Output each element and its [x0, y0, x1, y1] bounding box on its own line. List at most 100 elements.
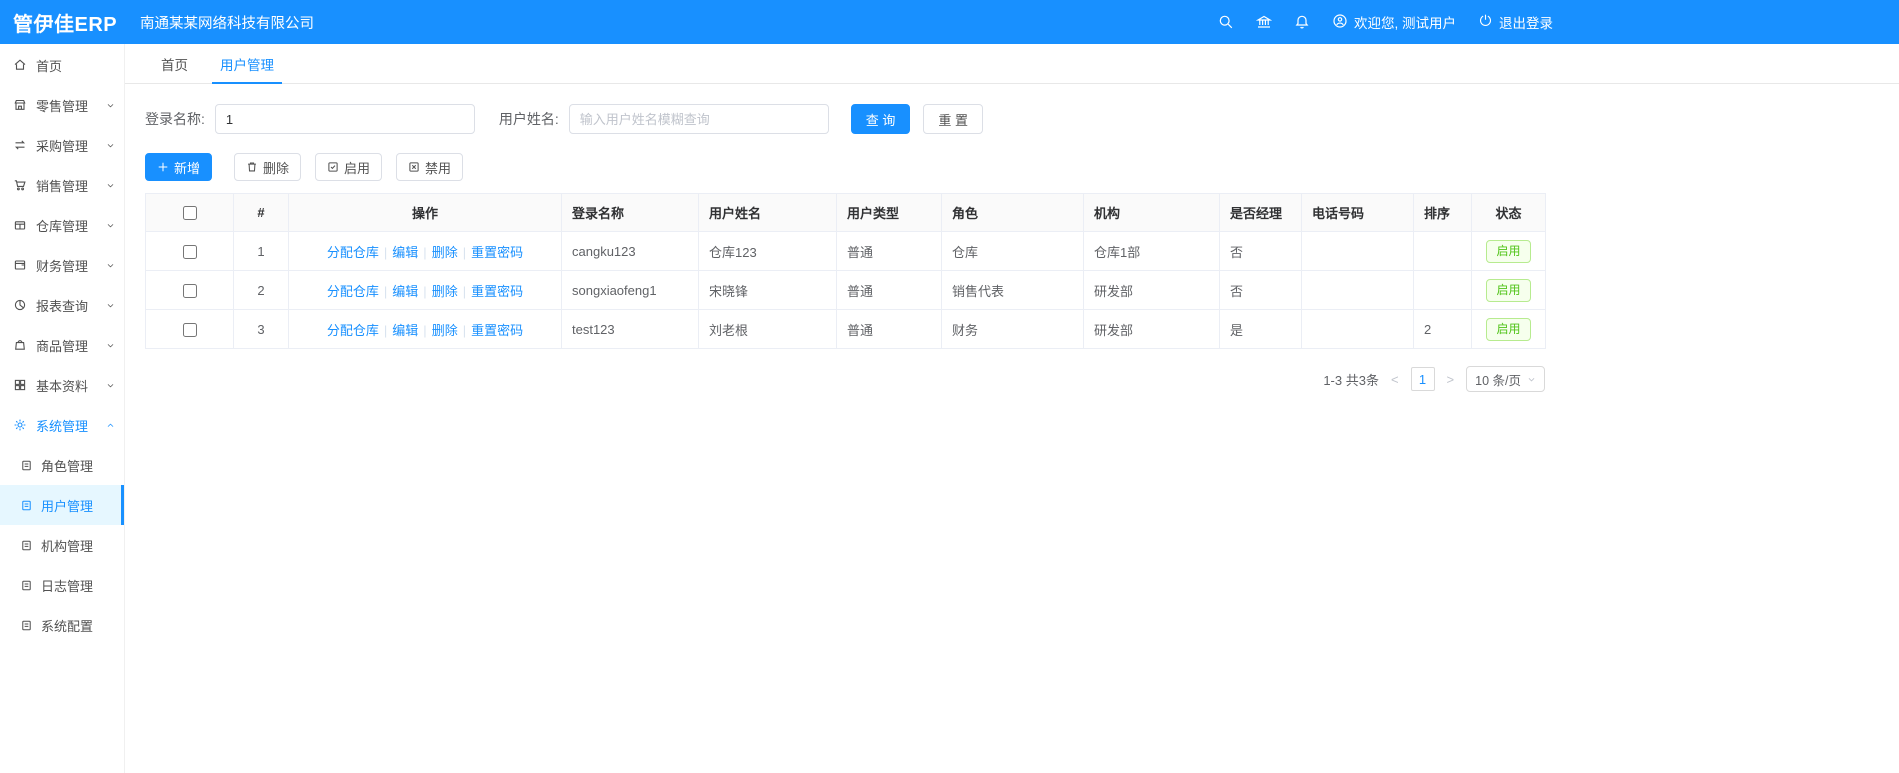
sidebar-item-user-management[interactable]: 用户管理	[0, 485, 124, 525]
sidebar-item-label: 采购管理	[36, 138, 89, 154]
grid-icon	[13, 378, 27, 392]
next-page-button[interactable]: >	[1445, 372, 1457, 387]
cell-type: 普通	[836, 231, 942, 271]
page-size-value: 10 条/页	[1475, 373, 1521, 388]
bell-icon[interactable]	[1294, 14, 1310, 30]
sidebar-item-system-config[interactable]: 系统配置	[0, 605, 124, 645]
sidebar-item-system[interactable]: 系统管理	[0, 405, 124, 445]
app-header: 管伊佳ERP 南通某某网络科技有限公司 欢迎您, 测试用户 退出登录	[0, 0, 1899, 44]
sidebar-item-retail[interactable]: 零售管理	[0, 85, 124, 125]
welcome-text: 欢迎您, 测试用户	[1353, 16, 1456, 31]
edit-link[interactable]: 编辑	[392, 323, 418, 338]
cell-phone	[1301, 309, 1414, 349]
add-button[interactable]: 新增	[145, 153, 213, 181]
search-button[interactable]: 查 询	[850, 104, 911, 134]
toolbar: 新增 删除 启用 禁用	[145, 153, 1879, 181]
delete-button[interactable]: 删除	[234, 153, 302, 181]
reset-password-link[interactable]: 重置密码	[471, 245, 523, 260]
edit-link[interactable]: 编辑	[392, 245, 418, 260]
cell-login: test123	[561, 309, 699, 349]
disable-button[interactable]: 禁用	[396, 153, 464, 181]
chevron-down-icon	[106, 261, 115, 270]
chevron-down-icon	[106, 101, 115, 110]
col-actions: 操作	[288, 193, 562, 232]
sidebar-item-log-management[interactable]: 日志管理	[0, 565, 124, 605]
cell-actions: 分配仓库 | 编辑 | 删除 | 重置密码	[288, 231, 562, 271]
search-icon[interactable]	[1218, 14, 1234, 30]
sidebar-item-basic-data[interactable]: 基本资料	[0, 365, 124, 405]
enable-button-label: 启用	[344, 160, 371, 176]
delete-link[interactable]: 删除	[432, 323, 458, 338]
login-name-input[interactable]	[214, 104, 475, 134]
row-checkbox[interactable]	[182, 322, 197, 337]
bag-icon	[13, 338, 27, 352]
cell-name: 仓库123	[698, 231, 837, 271]
document-icon	[20, 619, 33, 632]
sidebar-item-sales[interactable]: 销售管理	[0, 165, 124, 205]
logout-icon	[1478, 13, 1493, 31]
swap-icon	[13, 138, 27, 152]
document-icon	[20, 579, 33, 592]
chevron-down-icon	[106, 381, 115, 390]
reset-password-link[interactable]: 重置密码	[471, 284, 523, 299]
reset-button[interactable]: 重 置	[923, 104, 984, 134]
sidebar-item-home[interactable]: 首页	[0, 45, 124, 85]
cell-actions: 分配仓库 | 编辑 | 删除 | 重置密码	[288, 309, 562, 349]
page-content: 登录名称: 用户姓名: 查 询 重 置 新增	[125, 84, 1899, 412]
link-separator: |	[462, 244, 467, 260]
sidebar-item-label: 销售管理	[36, 178, 89, 194]
assign-warehouse-link[interactable]: 分配仓库	[327, 245, 379, 260]
row-checkbox[interactable]	[182, 283, 197, 298]
cell-sort	[1413, 231, 1472, 271]
document-icon	[20, 459, 33, 472]
sidebar-item-org-management[interactable]: 机构管理	[0, 525, 124, 565]
header-actions: 欢迎您, 测试用户 退出登录	[1218, 12, 1899, 32]
edit-link[interactable]: 编辑	[392, 284, 418, 299]
cell-manager: 否	[1219, 231, 1302, 271]
sidebar-item-label: 报表查询	[36, 298, 89, 314]
delete-link[interactable]: 删除	[432, 245, 458, 260]
sidebar-item-label: 日志管理	[41, 578, 94, 594]
main-area: 首页 用户管理 登录名称: 用户姓名: 查 询 重 置 新增	[125, 44, 1899, 773]
logout-button[interactable]: 退出登录	[1478, 12, 1553, 32]
cart-icon	[13, 178, 27, 192]
sidebar-item-label: 财务管理	[36, 258, 89, 274]
sidebar-item-goods[interactable]: 商品管理	[0, 325, 124, 365]
check-square-icon	[327, 161, 339, 173]
tab-user-management[interactable]: 用户管理	[204, 44, 290, 84]
cell-name: 宋晓锋	[698, 270, 837, 310]
row-checkbox[interactable]	[182, 244, 197, 259]
sidebar-item-role-management[interactable]: 角色管理	[0, 445, 124, 485]
chevron-down-icon	[1527, 375, 1536, 384]
sidebar-item-warehouse[interactable]: 仓库管理	[0, 205, 124, 245]
assign-warehouse-link[interactable]: 分配仓库	[327, 284, 379, 299]
user-name-input[interactable]	[568, 104, 829, 134]
cell-login: cangku123	[561, 231, 699, 271]
current-page-button[interactable]: 1	[1410, 367, 1435, 391]
cell-index: 3	[233, 309, 289, 349]
enable-button[interactable]: 启用	[315, 153, 383, 181]
col-role: 角色	[941, 193, 1084, 232]
home-icon	[13, 58, 27, 72]
prev-page-button[interactable]: <	[1389, 372, 1401, 387]
sidebar-item-finance[interactable]: 财务管理	[0, 245, 124, 285]
sidebar-item-label: 零售管理	[36, 98, 89, 114]
reset-password-link[interactable]: 重置密码	[471, 323, 523, 338]
document-icon	[20, 499, 33, 512]
cell-name: 刘老根	[698, 309, 837, 349]
trash-icon	[246, 161, 258, 173]
delete-link[interactable]: 删除	[432, 284, 458, 299]
page-size-select[interactable]: 10 条/页	[1466, 366, 1545, 392]
assign-warehouse-link[interactable]: 分配仓库	[327, 323, 379, 338]
bank-icon[interactable]	[1255, 14, 1272, 30]
sidebar-item-reports[interactable]: 报表查询	[0, 285, 124, 325]
sidebar-item-purchase[interactable]: 采购管理	[0, 125, 124, 165]
welcome-user[interactable]: 欢迎您, 测试用户	[1332, 12, 1456, 32]
shop-icon	[13, 98, 27, 112]
login-name-label: 登录名称:	[145, 111, 205, 127]
chevron-down-icon	[106, 301, 115, 310]
tab-home[interactable]: 首页	[145, 44, 204, 83]
user-table-wrap: # 操作 登录名称 用户姓名 用户类型 角色 机构 是否经理 电话号码 排序 状…	[145, 193, 1879, 349]
status-badge: 启用	[1486, 278, 1531, 302]
select-all-checkbox[interactable]	[182, 206, 197, 221]
